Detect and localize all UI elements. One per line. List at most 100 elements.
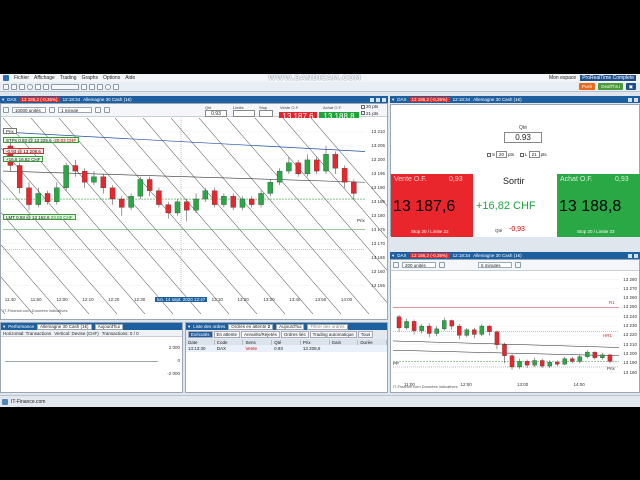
candle bbox=[524, 361, 530, 366]
perf-instrument-select[interactable]: Allemagne 30 Cash (1€) bbox=[37, 323, 92, 330]
row-prix: 13 208,6 bbox=[302, 346, 321, 351]
mon-espace-link[interactable]: Mon espace bbox=[549, 75, 576, 81]
window-menu-icon[interactable]: ▾ bbox=[2, 97, 4, 103]
table-icon[interactable] bbox=[43, 83, 49, 90]
y-tick-label: 13 210 bbox=[623, 341, 637, 347]
sell-button[interactable]: Vente O.F. 0,93 13 187,6 Stop 20 / Limit… bbox=[391, 174, 473, 237]
new-chart-icon[interactable] bbox=[3, 83, 9, 90]
position-tag[interactable]: -0.93 @ 13 208,6 bbox=[3, 148, 44, 154]
candle bbox=[258, 193, 264, 205]
tab-tous[interactable]: Tous bbox=[357, 331, 374, 338]
small-candlestick-chart[interactable] bbox=[391, 260, 640, 393]
order-limit-checkbox[interactable] bbox=[520, 152, 525, 157]
candle bbox=[193, 198, 199, 211]
small-window-menu-icon[interactable]: ▾ bbox=[392, 253, 394, 259]
table-row[interactable]: 13:13:30 DAX Vente 0.93 13 208,6 bbox=[186, 345, 387, 352]
menu-aide[interactable]: Aide bbox=[125, 75, 135, 81]
orders-titlebar[interactable]: ▾ Liste des ordres Ordres en attente 2 A… bbox=[186, 323, 387, 330]
col-gain[interactable]: Gain bbox=[330, 339, 359, 345]
orders-count: 2 bbox=[267, 324, 271, 329]
dealthru-button[interactable]: DealThru bbox=[598, 83, 623, 90]
layout-icon[interactable] bbox=[113, 83, 119, 90]
perf-menu-icon[interactable]: ▾ bbox=[3, 324, 5, 330]
menu-fichier[interactable]: Fichier bbox=[14, 75, 29, 81]
col-prix[interactable]: Prix bbox=[301, 339, 330, 345]
orders-title: Liste des ordres bbox=[193, 324, 226, 329]
col-date[interactable]: Date bbox=[186, 339, 215, 345]
sortir-qty-label: Qté bbox=[495, 228, 503, 233]
menu-graphs[interactable]: Graphs bbox=[82, 75, 98, 81]
pnl-value: +16,8 bbox=[6, 156, 18, 162]
alarm-icon[interactable] bbox=[105, 83, 111, 90]
y-tick-label: 13 205 bbox=[371, 142, 385, 148]
tab-ordres-lies[interactable]: Ordres liés bbox=[280, 331, 309, 338]
search-field[interactable] bbox=[51, 83, 79, 90]
orders-search-input[interactable]: Filtrer des ordres bbox=[307, 323, 348, 330]
line-tool-icon[interactable] bbox=[97, 83, 103, 90]
col-qte[interactable]: Qté bbox=[272, 339, 301, 345]
x-tick-label: 11:40 bbox=[4, 297, 16, 302]
chart-icon[interactable] bbox=[35, 83, 41, 90]
small-chart-titlebar[interactable]: ▾ DAX 13 186,2 (-0,35%) 12:18:34 Allemag… bbox=[390, 252, 640, 259]
order-stop-checkbox[interactable] bbox=[487, 152, 491, 157]
order-close-icon[interactable] bbox=[634, 97, 638, 102]
cursor-icon[interactable] bbox=[89, 83, 95, 90]
stop-order-tag[interactable]: STPs 0.93 @ 13 225,6 -20,03 CHF bbox=[3, 137, 80, 143]
orders-filter-select[interactable]: Ordres en attente 2 bbox=[228, 323, 274, 330]
perf-period-select[interactable]: Aujourd'hui bbox=[94, 323, 123, 330]
menu-options[interactable]: Options bbox=[103, 75, 120, 81]
candle bbox=[396, 316, 402, 329]
performance-titlebar[interactable]: ▾ Performance Allemagne 30 Cash (1€) Auj… bbox=[1, 323, 182, 330]
order-limit-input[interactable]: 21 bbox=[528, 151, 540, 158]
perf-y-zero: 0 bbox=[177, 358, 180, 363]
order-qty-input[interactable]: 0.93 bbox=[504, 132, 542, 143]
candle bbox=[502, 344, 507, 356]
order-minimize-icon[interactable] bbox=[628, 97, 632, 102]
tab-annules[interactable]: Annulés/Rejetés bbox=[241, 331, 280, 338]
order-qty-box: Qté 0.93 bbox=[504, 125, 542, 143]
perf-vertical[interactable]: Vertical: Devise (CHF) bbox=[54, 331, 99, 336]
push-button[interactable]: Push bbox=[578, 83, 596, 90]
menu-affichage[interactable]: Affichage bbox=[34, 75, 55, 81]
candle bbox=[532, 360, 537, 366]
maximize-icon[interactable] bbox=[376, 97, 380, 102]
tab-executes[interactable]: Exécutés bbox=[188, 331, 213, 338]
candle bbox=[230, 196, 236, 208]
menu-trading[interactable]: Trading bbox=[60, 75, 77, 81]
y-tick-label: 13 200 bbox=[623, 350, 637, 356]
col-code[interactable]: Code bbox=[215, 339, 244, 345]
orders-menu-icon[interactable]: ▾ bbox=[188, 324, 190, 330]
small-close-icon[interactable] bbox=[634, 253, 638, 258]
zoom-icon[interactable] bbox=[81, 83, 87, 90]
orders-filter-text: Ordres en attente bbox=[231, 324, 267, 329]
status-source: IT-Finance.com bbox=[11, 398, 46, 405]
y-tick-label: 13 190 bbox=[623, 360, 637, 366]
candle bbox=[323, 154, 329, 172]
tab-trading-auto[interactable]: Trading automatique bbox=[309, 331, 357, 338]
order-panel-titlebar[interactable]: ▾ DAX 13 186,2 (-0,35%) 12:18:34 Allemag… bbox=[390, 96, 640, 103]
small-minimize-icon[interactable] bbox=[628, 253, 632, 258]
tab-en-attente[interactable]: En attente bbox=[213, 331, 241, 338]
main-chart-titlebar[interactable]: ▾ DAX 13 186,2 (-0,35%) 12:18:34 Allemag… bbox=[0, 96, 388, 103]
orders-period-select[interactable]: Aujourd'hui bbox=[276, 323, 305, 330]
y-tick-label: 13 175 bbox=[371, 226, 385, 232]
save-icon[interactable] bbox=[19, 83, 25, 90]
order-window-menu-icon[interactable]: ▾ bbox=[392, 97, 394, 103]
buy-button[interactable]: Achat O.F. 0,93 13 188,8 Stop 20 / Limit… bbox=[557, 174, 640, 237]
candle bbox=[44, 193, 51, 202]
order-qty-label: Qté bbox=[518, 125, 528, 131]
perf-zero-line bbox=[5, 361, 158, 362]
close-icon[interactable] bbox=[382, 97, 386, 102]
platform-icon[interactable]: ▣ bbox=[625, 83, 636, 90]
pivot-label: PP bbox=[393, 361, 400, 366]
limit-order-tag[interactable]: LMT 0.93 @ 13 162,6 23,03 CHF bbox=[3, 214, 76, 220]
col-sens[interactable]: Sens bbox=[243, 339, 273, 345]
candle bbox=[156, 190, 162, 205]
col-duree[interactable]: Durée bbox=[358, 339, 387, 345]
perf-horizontal[interactable]: Horizontal: Transactions bbox=[3, 331, 51, 336]
globe-icon[interactable] bbox=[27, 83, 33, 90]
order-stop-input[interactable]: 20 bbox=[496, 151, 508, 158]
open-icon[interactable] bbox=[11, 83, 17, 90]
minimize-icon[interactable] bbox=[370, 97, 374, 102]
close-position-button[interactable]: Sortir +16,82 CHF Qté -0,93 bbox=[473, 174, 557, 237]
